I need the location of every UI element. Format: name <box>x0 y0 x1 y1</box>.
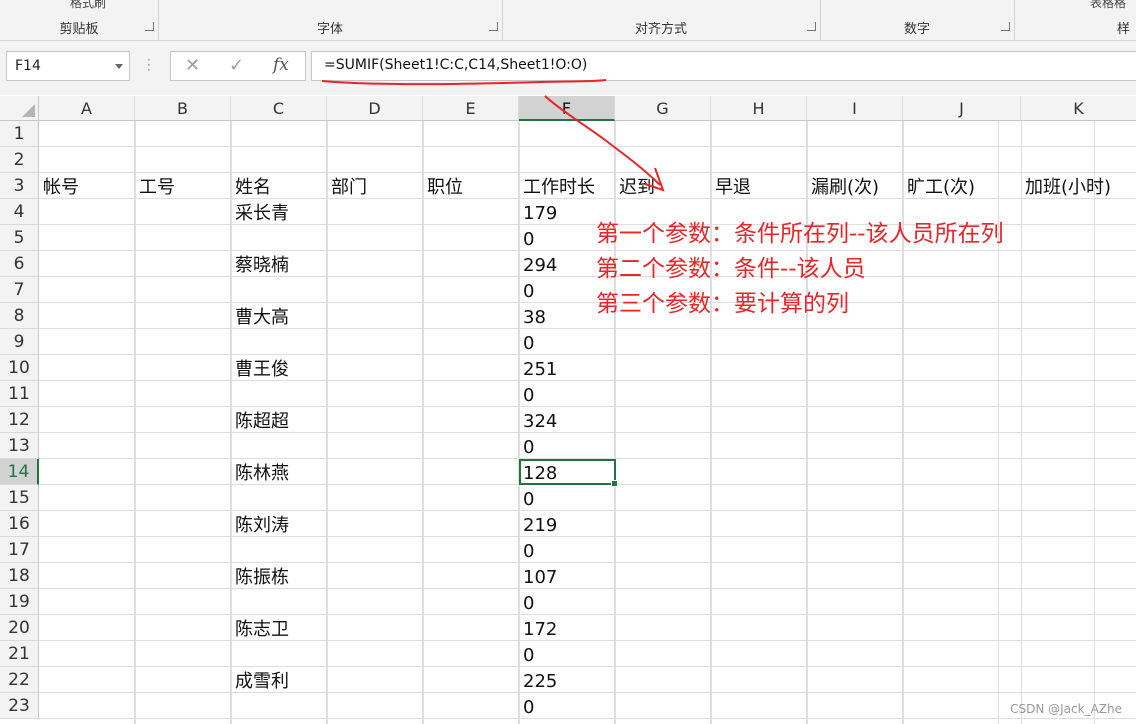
annotation-overlay <box>321 79 665 192</box>
formula-underline-mark <box>321 79 607 86</box>
annotation-arrow-line <box>544 95 661 186</box>
watermark: CSDN @Jack_AZhe <box>1010 702 1122 716</box>
